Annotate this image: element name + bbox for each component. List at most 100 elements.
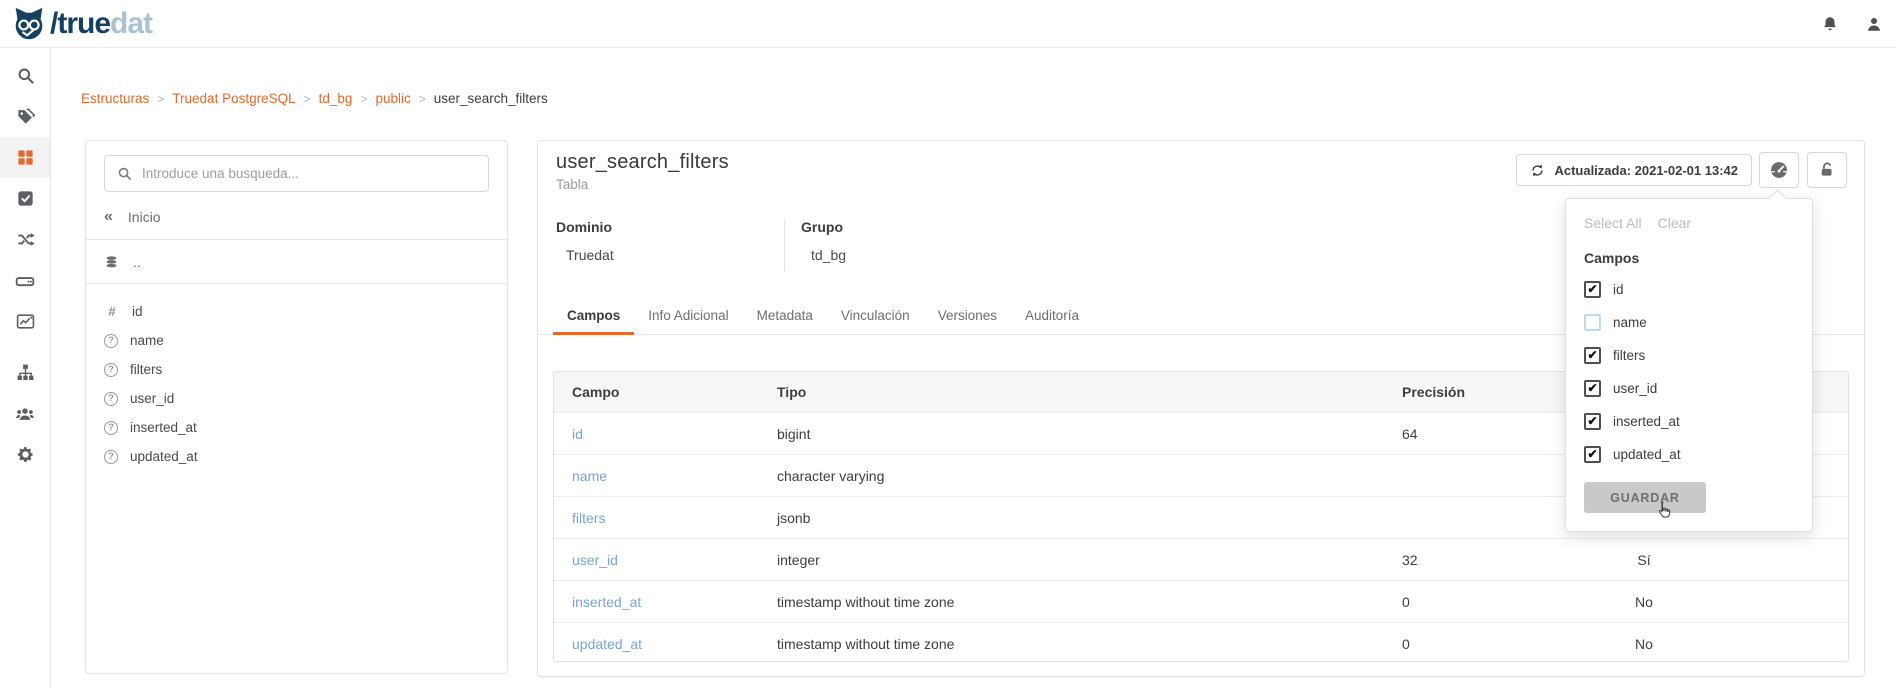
checkbox[interactable]: [1584, 446, 1601, 463]
domain-block: Dominio Truedat: [556, 219, 784, 271]
column-option: user_id: [1584, 378, 1794, 398]
settings-gear-icon[interactable]: [0, 434, 50, 475]
group-value: td_bg: [811, 247, 1029, 263]
explorer-home-item[interactable]: « Inicio: [104, 208, 489, 226]
field-label: id: [132, 304, 143, 319]
field-link[interactable]: name: [572, 468, 607, 484]
lineage-shuffle-icon[interactable]: [0, 219, 50, 260]
checkbox[interactable]: [1584, 380, 1601, 397]
tab[interactable]: Versiones: [924, 297, 1011, 334]
bell-icon[interactable]: [1821, 15, 1839, 33]
table-row: updated_at timestamp without time zone 0…: [554, 622, 1848, 662]
table-row: inserted_at timestamp without time zone …: [554, 580, 1848, 622]
tab[interactable]: Metadata: [743, 297, 827, 334]
tab[interactable]: Campos: [553, 297, 634, 334]
field-list: # id ? name ? filters ? user_id: [86, 284, 507, 471]
field-type-icon: ?: [104, 392, 118, 406]
cell-precision: [1384, 455, 1584, 496]
checkbox[interactable]: [1584, 314, 1601, 331]
breadcrumb-item[interactable]: Estructuras >: [81, 91, 172, 106]
search-icon[interactable]: [0, 55, 50, 96]
column-options: id name filters user_id: [1584, 279, 1794, 464]
field-type-icon: #: [104, 304, 120, 319]
option-label: name: [1613, 315, 1647, 330]
unlock-icon: [1818, 161, 1836, 179]
field-list-item[interactable]: ? updated_at: [104, 442, 489, 471]
database-icon: [104, 255, 119, 270]
search-input[interactable]: [142, 166, 476, 181]
gauge-icon: [1769, 160, 1789, 180]
breadcrumb-separator: >: [304, 92, 311, 106]
cell-campo: id: [554, 413, 759, 454]
field-list-item[interactable]: ? filters: [104, 355, 489, 384]
tab[interactable]: Info Adicional: [634, 297, 742, 334]
cell-campo: filters: [554, 497, 759, 538]
field-label: inserted_at: [130, 420, 197, 435]
field-link[interactable]: user_id: [572, 552, 618, 568]
sidebar-rail: [0, 48, 51, 689]
cell-precision: 64: [1384, 413, 1584, 454]
explorer-search-box[interactable]: [104, 155, 489, 192]
breadcrumb-separator: >: [157, 92, 164, 106]
page-title: user_search_filters: [556, 151, 729, 174]
column-option: id: [1584, 279, 1794, 299]
checkbox[interactable]: [1584, 281, 1601, 298]
checkbox[interactable]: [1584, 347, 1601, 364]
cell-nullable: Sí: [1584, 539, 1704, 580]
field-link[interactable]: filters: [572, 510, 605, 526]
column-settings-button[interactable]: [1759, 152, 1799, 188]
tags-icon[interactable]: [0, 96, 50, 137]
breadcrumb-item[interactable]: td_bg >: [319, 91, 376, 106]
col-header-precision: Precisión: [1384, 372, 1584, 412]
table-row: user_id integer 32 Sí: [554, 538, 1848, 580]
select-all-link[interactable]: Select All: [1584, 215, 1642, 231]
unlock-button[interactable]: [1807, 152, 1847, 188]
refresh-updated-button[interactable]: Actualizada: 2021-02-01 13:42: [1516, 154, 1752, 186]
breadcrumb-separator: >: [360, 92, 367, 106]
taxonomy-sitemap-icon[interactable]: [0, 352, 50, 393]
field-list-item[interactable]: ? name: [104, 326, 489, 355]
quality-check-icon[interactable]: [0, 178, 50, 219]
field-link[interactable]: id: [572, 426, 583, 442]
cell-campo: user_id: [554, 539, 759, 580]
breadcrumb-item[interactable]: Truedat PostgreSQL >: [172, 91, 318, 106]
structure-explorer-panel: « Inicio .. # id ? name: [85, 140, 508, 674]
explorer-parent-item[interactable]: ..: [104, 254, 489, 270]
clear-link[interactable]: Clear: [1658, 215, 1691, 231]
field-link[interactable]: inserted_at: [572, 594, 641, 610]
systems-drive-icon[interactable]: [0, 260, 50, 301]
option-label: filters: [1613, 348, 1645, 363]
column-option: name: [1584, 312, 1794, 332]
field-list-item[interactable]: ? inserted_at: [104, 413, 489, 442]
checkbox[interactable]: [1584, 413, 1601, 430]
owl-icon: [10, 5, 48, 43]
user-icon[interactable]: [1865, 15, 1883, 33]
truedat-logo[interactable]: /truedat: [10, 5, 152, 43]
top-bar: /truedat: [0, 0, 1895, 48]
field-label: user_id: [130, 391, 174, 406]
structures-grid-icon[interactable]: [0, 137, 50, 178]
field-list-item[interactable]: ? user_id: [104, 384, 489, 413]
breadcrumb-item[interactable]: public >: [375, 91, 433, 106]
app-window: /truedat: [0, 0, 1895, 689]
tab[interactable]: Vinculación: [827, 297, 924, 334]
field-list-item[interactable]: # id: [104, 297, 489, 326]
breadcrumb-item[interactable]: user_search_filters: [434, 91, 564, 106]
tab[interactable]: Auditoría: [1011, 297, 1093, 334]
dashboards-chart-icon[interactable]: [0, 301, 50, 342]
updated-label: Actualizada: 2021-02-01 13:42: [1554, 163, 1738, 178]
cell-campo: name: [554, 455, 759, 496]
save-button[interactable]: GUARDAR: [1584, 482, 1706, 513]
users-icon[interactable]: [0, 393, 50, 434]
divider: [784, 219, 785, 271]
search-icon: [117, 166, 132, 181]
field-link[interactable]: updated_at: [572, 636, 642, 652]
column-chooser-popover: Select All Clear Campos id name filters: [1565, 198, 1813, 532]
cell-tipo: jsonb: [759, 497, 1384, 538]
option-label: inserted_at: [1613, 414, 1680, 429]
cell-campo: updated_at: [554, 623, 759, 662]
cell-precision: [1384, 497, 1584, 538]
cell-nullable: No: [1584, 623, 1704, 662]
cell-precision: 0: [1384, 623, 1584, 662]
cell-tipo: timestamp without time zone: [759, 581, 1384, 622]
